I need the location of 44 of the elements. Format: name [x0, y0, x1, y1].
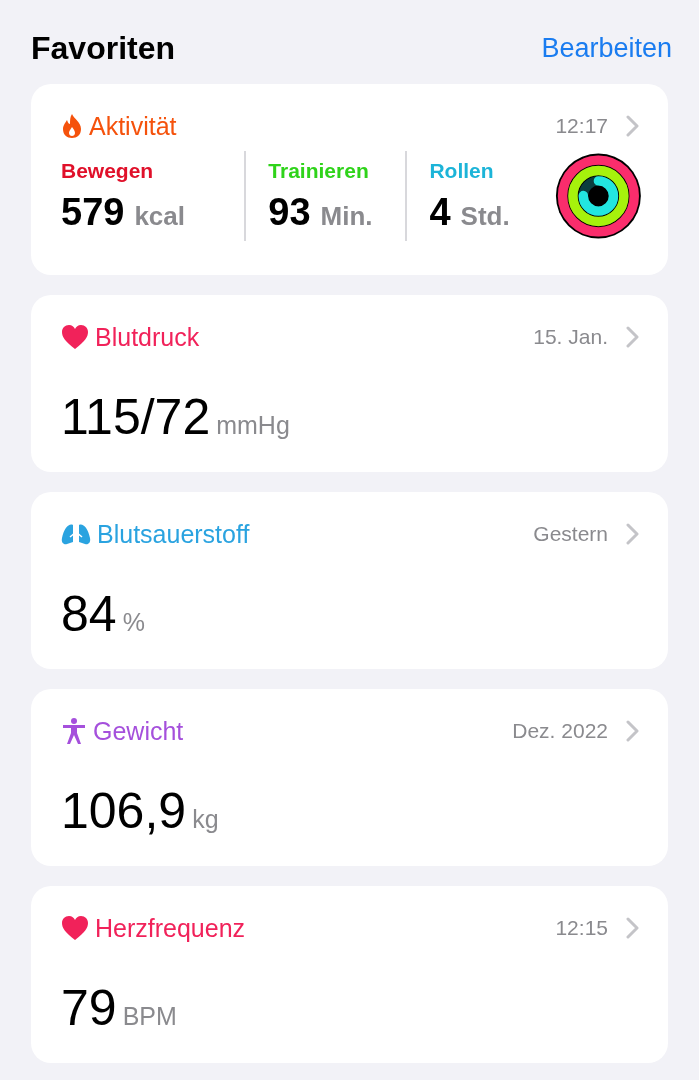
metric-card[interactable]: Aktivität 12:17 Bewegen 579 kcal Trainieren 93 Min. Rollen 4 Std. [31, 84, 668, 275]
unit-label: kg [192, 805, 219, 834]
chevron-icon [626, 326, 640, 348]
unit-label: BPM [122, 1002, 177, 1031]
metric-unit: Std. [460, 200, 510, 232]
lungs-icon [61, 522, 91, 546]
metric-label: Bewegen [61, 158, 155, 183]
flame-icon [61, 113, 83, 139]
value: 115/72 [61, 388, 211, 446]
metric-card[interactable]: Herzfrequenz 12:15 79 BPM [31, 886, 668, 1063]
chevron-icon [626, 115, 640, 137]
metric-value: 579 [61, 190, 125, 234]
card-title: Blutsauerstoff [97, 519, 250, 549]
metric-card[interactable]: Gewicht Dez. 2022 106,9 kg [31, 689, 668, 866]
value: 79 [61, 979, 117, 1037]
page-title: Favoriten [31, 29, 176, 67]
timestamp: 12:17 [555, 114, 608, 138]
unit-label: mmHg [216, 411, 290, 440]
metric-unit: kcal [134, 200, 185, 232]
timestamp: Gestern [533, 522, 608, 546]
chevron-icon [626, 720, 640, 742]
chevron-icon [626, 917, 640, 939]
unit-label: % [122, 608, 145, 637]
metric-label: Rollen [429, 158, 495, 183]
card-title: Herzfrequenz [95, 913, 246, 943]
edit-link[interactable]: Bearbeiten [541, 32, 672, 64]
heart-icon [61, 915, 89, 941]
card-title: Aktivität [89, 111, 177, 141]
metric-value: 4 [429, 190, 451, 234]
metric-unit: Min. [320, 200, 373, 232]
card-title: Gewicht [93, 716, 184, 746]
metric-value: 93 [268, 190, 311, 234]
metric-card[interactable]: Blutsauerstoff Gestern 84% [31, 492, 668, 669]
timestamp: Dez. 2022 [512, 719, 608, 743]
timestamp: 12:15 [555, 916, 608, 940]
metric-card[interactable]: Blutdruck 15. Jan. 115/72 mmHg [31, 295, 668, 472]
card-title: Blutdruck [95, 322, 200, 352]
heart-icon [61, 324, 89, 350]
value: 106,9 [61, 782, 187, 840]
chevron-icon [626, 523, 640, 545]
metric-label: Trainieren [268, 158, 370, 183]
value: 84 [61, 585, 117, 643]
timestamp: 15. Jan. [533, 325, 608, 349]
figure-icon [61, 717, 87, 745]
